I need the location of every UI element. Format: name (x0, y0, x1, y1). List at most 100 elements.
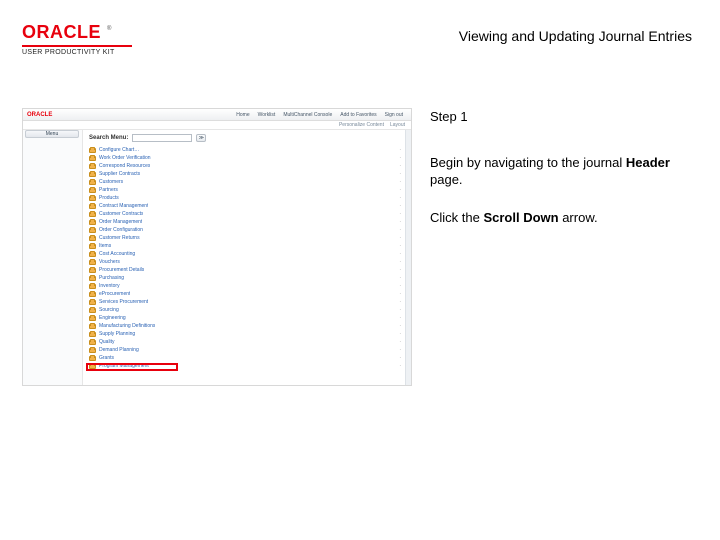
folder-icon (89, 292, 96, 297)
tree-item-label: Inventory (99, 283, 120, 289)
tree-item[interactable]: Services Procurement· (89, 298, 405, 306)
tree-item[interactable]: Products· (89, 194, 405, 202)
folder-icon (89, 252, 96, 257)
tree-item-label: Contract Management (99, 203, 148, 209)
tree-item[interactable]: eProcurement· (89, 290, 405, 298)
app-content: Search Menu: ≫ Configure Chart…·Work Ord… (83, 130, 411, 385)
search-go-button[interactable]: ≫ (196, 134, 206, 142)
tree-item[interactable]: Customer Returns· (89, 234, 405, 242)
nav-tree: Configure Chart…·Work Order Verification… (89, 146, 405, 370)
search-input[interactable] (132, 134, 192, 142)
tree-item-label: Configure Chart… (99, 147, 139, 153)
tree-item[interactable]: Quality· (89, 338, 405, 346)
tree-item-label: Supplier Contracts (99, 171, 140, 177)
instruction-line-2: Click the Scroll Down arrow. (430, 209, 690, 227)
tutorial-highlight (86, 363, 178, 371)
tree-item[interactable]: Cost Accounting· (89, 250, 405, 258)
tree-item-label: Products (99, 195, 119, 201)
tree-item-label: Order Configuration (99, 227, 143, 233)
nav-link[interactable]: Worklist (258, 112, 276, 118)
app-logo: ORACLE (27, 112, 52, 118)
tree-item[interactable]: Items· (89, 242, 405, 250)
tree-item[interactable]: Manufacturing Definitions· (89, 322, 405, 330)
folder-icon (89, 196, 96, 201)
page-title: Viewing and Updating Journal Entries (459, 28, 692, 44)
folder-icon (89, 300, 96, 305)
text: arrow. (559, 210, 598, 225)
tree-item[interactable]: Correspond Resources· (89, 162, 405, 170)
tree-item-label: Engineering (99, 315, 126, 321)
text-bold: Scroll Down (483, 210, 558, 225)
folder-icon (89, 228, 96, 233)
app-top-nav: Home Worklist MultiChannel Console Add t… (236, 112, 411, 118)
tree-item-label: eProcurement (99, 291, 130, 297)
instruction-panel: Step 1 Begin by navigating to the journa… (430, 108, 690, 386)
tree-item-label: Partners (99, 187, 118, 193)
instruction-line-1: Begin by navigating to the journal Heade… (430, 154, 690, 189)
folder-icon (89, 212, 96, 217)
tree-item-label: Order Management (99, 219, 142, 225)
search-label: Search Menu: (89, 135, 128, 141)
menu-pill[interactable]: Menu (25, 130, 79, 138)
subnav-link[interactable]: Personalize Content (339, 122, 384, 128)
nav-link[interactable]: Sign out (385, 112, 403, 118)
tree-item[interactable]: Work Order Verification· (89, 154, 405, 162)
scrollbar[interactable] (405, 130, 411, 385)
folder-icon (89, 156, 96, 161)
tree-item[interactable]: Partners· (89, 186, 405, 194)
folder-icon (89, 316, 96, 321)
folder-icon (89, 260, 96, 265)
app-sidebar: Menu (23, 130, 83, 385)
folder-icon (89, 276, 96, 281)
nav-link[interactable]: Add to Favorites (340, 112, 376, 118)
folder-icon (89, 148, 96, 153)
folder-icon (89, 220, 96, 225)
folder-icon (89, 236, 96, 241)
tree-item[interactable]: Customers· (89, 178, 405, 186)
folder-icon (89, 188, 96, 193)
nav-link[interactable]: MultiChannel Console (283, 112, 332, 118)
text: Click the (430, 210, 483, 225)
text-bold: Header (626, 155, 670, 170)
tree-item[interactable]: Supplier Contracts· (89, 170, 405, 178)
nav-link[interactable]: Home (236, 112, 249, 118)
tree-item[interactable]: Procurement Details· (89, 266, 405, 274)
tree-item[interactable]: Configure Chart…· (89, 146, 405, 154)
tree-item-label: Customers (99, 179, 123, 185)
app-subnav: Personalize Content Layout (23, 121, 411, 130)
tree-item-label: Manufacturing Definitions (99, 323, 155, 329)
tree-item-label: Work Order Verification (99, 155, 151, 161)
folder-icon (89, 204, 96, 209)
tree-item[interactable]: Purchasing· (89, 274, 405, 282)
folder-icon (89, 164, 96, 169)
folder-icon (89, 180, 96, 185)
folder-icon (89, 324, 96, 329)
brand-divider (22, 45, 132, 47)
tree-item[interactable]: Sourcing· (89, 306, 405, 314)
text: page. (430, 172, 463, 187)
tree-item-label: Customer Returns (99, 235, 140, 241)
tree-item[interactable]: Demand Planning· (89, 346, 405, 354)
app-screenshot: ORACLE Home Worklist MultiChannel Consol… (22, 108, 412, 386)
tree-item[interactable]: Order Management· (89, 218, 405, 226)
tree-item-label: Items (99, 243, 111, 249)
tree-item[interactable]: Supply Planning· (89, 330, 405, 338)
tree-item-label: Supply Planning (99, 331, 135, 337)
folder-icon (89, 332, 96, 337)
tree-item[interactable]: Customer Contracts· (89, 210, 405, 218)
tree-item[interactable]: Inventory· (89, 282, 405, 290)
folder-icon (89, 340, 96, 345)
tree-item[interactable]: Contract Management· (89, 202, 405, 210)
tree-item[interactable]: Engineering· (89, 314, 405, 322)
tree-item[interactable]: Order Configuration· (89, 226, 405, 234)
folder-icon (89, 348, 96, 353)
subnav-link[interactable]: Layout (390, 122, 405, 128)
tree-item-label: Grants (99, 355, 114, 361)
folder-icon (89, 172, 96, 177)
tree-item-label: Demand Planning (99, 347, 139, 353)
brand-block: ORACLE ® USER PRODUCTIVITY KIT (22, 22, 142, 56)
tree-item[interactable]: Grants· (89, 354, 405, 362)
tree-item[interactable]: Vouchers· (89, 258, 405, 266)
tree-item-label: Cost Accounting (99, 251, 135, 257)
text: Begin by navigating to the journal (430, 155, 626, 170)
